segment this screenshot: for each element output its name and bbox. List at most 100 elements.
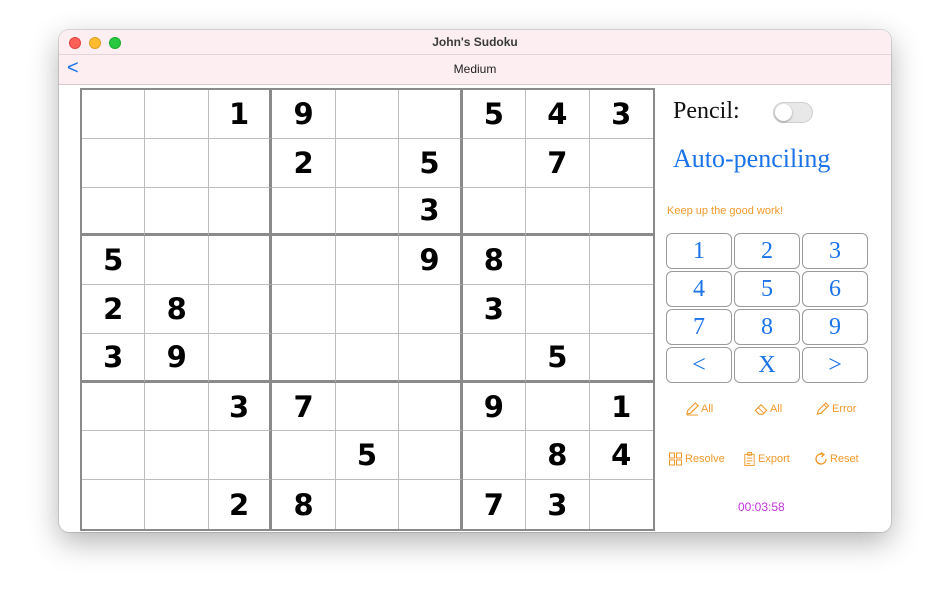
key-2[interactable]: 2 [734,233,800,269]
board-cell-r6-c4[interactable] [272,333,336,383]
auto-penciling-button[interactable]: Auto-penciling [673,144,830,174]
board-cell-r1-c4[interactable]: 9 [272,90,336,139]
board-cell-r2-c8[interactable]: 7 [526,138,590,188]
board-cell-r2-c5[interactable] [335,138,400,188]
board-cell-r9-c8[interactable]: 3 [526,480,590,529]
board-cell-r5-c4[interactable] [272,285,336,334]
board-cell-r6-c5[interactable] [335,333,400,383]
key-1[interactable]: 1 [666,233,732,269]
board-cell-r3-c7[interactable] [462,187,527,237]
board-cell-r9-c7[interactable]: 7 [463,480,527,529]
board-cell-r8-c6[interactable] [399,431,463,481]
board-cell-r3-c2[interactable] [145,187,209,237]
board-cell-r5-c3[interactable] [208,285,273,334]
board-cell-r2-c9[interactable] [589,139,653,188]
key-3[interactable]: 3 [802,233,868,269]
key-next[interactable]: > [802,347,868,383]
board-cell-r5-c7[interactable]: 3 [462,285,527,334]
board-cell-r8-c9[interactable]: 4 [589,431,653,481]
board-cell-r9-c5[interactable] [336,480,400,529]
board-cell-r8-c4[interactable] [272,431,336,481]
reset-button[interactable]: Reset [813,451,859,467]
board-cell-r1-c6[interactable] [399,90,463,139]
board-cell-r5-c6[interactable] [399,285,463,334]
board-cell-r3-c1[interactable] [82,187,146,237]
pencil-toggle[interactable] [773,102,813,123]
board-cell-r1-c3[interactable]: 1 [208,90,273,139]
board-cell-r2-c1[interactable] [82,138,146,188]
key-prev[interactable]: < [666,347,732,383]
board-cell-r1-c1[interactable] [82,90,146,139]
board-cell-r7-c5[interactable] [335,382,400,432]
key-5[interactable]: 5 [734,271,800,307]
board-cell-r1-c2[interactable] [145,90,209,139]
board-cell-r4-c6[interactable]: 9 [399,236,463,286]
board-cell-r4-c3[interactable] [208,236,273,286]
board-cell-r5-c8[interactable] [526,285,590,334]
board-cell-r6-c3[interactable] [208,333,273,383]
board-cell-r1-c9[interactable]: 3 [589,90,653,139]
resolve-button[interactable]: Resolve [667,451,725,467]
board-cell-r9-c4[interactable]: 8 [272,480,336,529]
error-check-button[interactable]: Error [815,401,856,416]
board-cell-r9-c3[interactable]: 2 [209,480,273,529]
board-cell-r3-c8[interactable] [526,187,590,237]
board-cell-r8-c3[interactable] [208,431,273,481]
board-cell-r3-c3[interactable] [208,187,273,237]
board-cell-r5-c9[interactable] [589,285,653,334]
board-cell-r6-c8[interactable]: 5 [526,333,590,383]
board-cell-r7-c6[interactable] [399,382,463,432]
board-cell-r9-c9[interactable] [590,480,653,529]
board-cell-r6-c6[interactable] [399,333,463,383]
board-cell-r5-c1[interactable]: 2 [82,285,146,334]
board-cell-r6-c2[interactable]: 9 [145,333,209,383]
board-cell-r7-c7[interactable]: 9 [462,382,527,432]
board-cell-r2-c6[interactable]: 5 [399,138,463,188]
board-cell-r5-c5[interactable] [335,285,400,334]
board-cell-r2-c2[interactable] [145,138,209,188]
board-cell-r8-c1[interactable] [82,431,146,481]
board-cell-r3-c4[interactable] [272,187,336,237]
key-clear[interactable]: X [734,347,800,383]
board-cell-r7-c3[interactable]: 3 [208,382,273,432]
board-cell-r4-c4[interactable] [272,236,336,286]
board-cell-r1-c7[interactable]: 5 [462,90,527,139]
key-9[interactable]: 9 [802,309,868,345]
board-cell-r7-c2[interactable] [145,382,209,432]
board-cell-r4-c5[interactable] [335,236,400,286]
key-8[interactable]: 8 [734,309,800,345]
board-cell-r3-c5[interactable] [335,187,400,237]
board-cell-r6-c7[interactable] [462,333,527,383]
board-cell-r8-c7[interactable] [462,431,527,481]
board-cell-r8-c2[interactable] [145,431,209,481]
board-cell-r7-c8[interactable] [526,382,590,432]
board-cell-r7-c1[interactable] [82,382,146,432]
board-cell-r5-c2[interactable]: 8 [145,285,209,334]
board-cell-r8-c5[interactable]: 5 [335,431,400,481]
board-cell-r3-c9[interactable] [589,188,653,237]
export-button[interactable]: Export [742,451,790,467]
board-cell-r3-c6[interactable]: 3 [399,187,463,237]
board-cell-r1-c5[interactable] [335,90,400,139]
key-4[interactable]: 4 [666,271,732,307]
board-cell-r4-c2[interactable] [145,236,209,286]
board-cell-r6-c1[interactable]: 3 [82,333,146,383]
board-cell-r7-c9[interactable]: 1 [589,383,653,432]
key-6[interactable]: 6 [802,271,868,307]
board-cell-r4-c7[interactable]: 8 [462,236,527,286]
board-cell-r9-c6[interactable] [399,480,463,529]
board-cell-r7-c4[interactable]: 7 [272,382,336,432]
board-cell-r8-c8[interactable]: 8 [526,431,590,481]
board-cell-r2-c3[interactable] [208,138,273,188]
board-cell-r9-c2[interactable] [145,480,209,529]
board-cell-r6-c9[interactable] [589,334,653,383]
erase-all-button[interactable]: All [753,401,782,416]
board-cell-r1-c8[interactable]: 4 [526,90,590,139]
board-cell-r2-c7[interactable] [462,138,527,188]
key-7[interactable]: 7 [666,309,732,345]
board-cell-r4-c1[interactable]: 5 [82,236,146,286]
board-cell-r2-c4[interactable]: 2 [272,138,336,188]
board-cell-r4-c9[interactable] [589,236,653,286]
pencil-all-button[interactable]: All [685,401,713,416]
board-cell-r4-c8[interactable] [526,236,590,286]
